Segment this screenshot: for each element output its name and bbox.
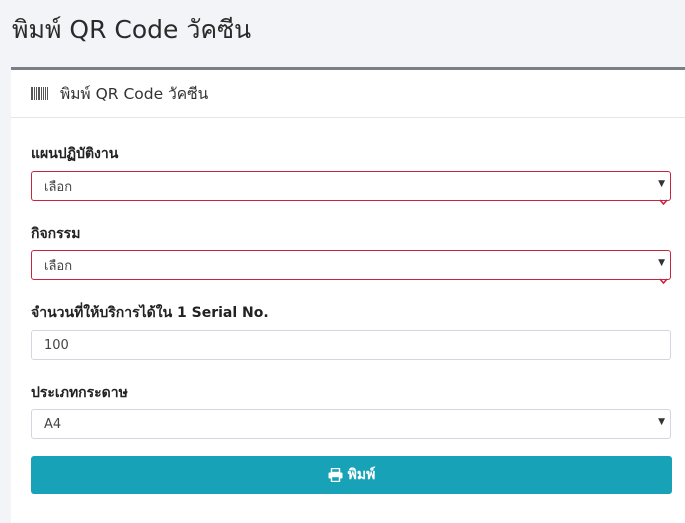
quantity-input-value: 100	[44, 337, 69, 353]
quantity-label: จำนวนที่ให้บริการได้ใน 1 Serial No.	[31, 305, 269, 321]
barcode-icon	[31, 87, 48, 100]
department-select-value: เลือก	[44, 179, 73, 195]
invalid-chevron-icon	[659, 199, 668, 205]
card-title: พิมพ์ QR Code วัคซีน	[60, 85, 209, 103]
activity-label: กิจกรรม	[31, 226, 81, 242]
print-button[interactable]: พิมพ์	[31, 456, 672, 494]
chevron-down-icon: ▼	[658, 258, 665, 268]
chevron-down-icon: ▼	[658, 179, 665, 189]
paper-type-label: ประเภทกระดาษ	[31, 385, 128, 401]
activity-select[interactable]: เลือก ▼	[31, 250, 671, 284]
department-label: แผนปฏิบัติงาน	[31, 146, 119, 162]
card-header: พิมพ์ QR Code วัคซีน	[11, 70, 685, 118]
qr-print-card: พิมพ์ QR Code วัคซีน แผนปฏิบัติงาน เลือก…	[11, 67, 685, 523]
department-select[interactable]: เลือก ▼	[31, 171, 671, 205]
chevron-down-icon: ▼	[658, 417, 665, 427]
quantity-input[interactable]: 100	[31, 330, 671, 360]
paper-type-select[interactable]: A4 ▼	[31, 409, 671, 439]
page-title: พิมพ์ QR Code วัคซีน	[12, 15, 252, 44]
paper-type-select-value: A4	[44, 416, 62, 432]
print-icon	[328, 468, 343, 482]
activity-select-value: เลือก	[44, 258, 73, 274]
invalid-chevron-icon	[659, 278, 668, 284]
print-button-label: พิมพ์	[347, 467, 376, 483]
